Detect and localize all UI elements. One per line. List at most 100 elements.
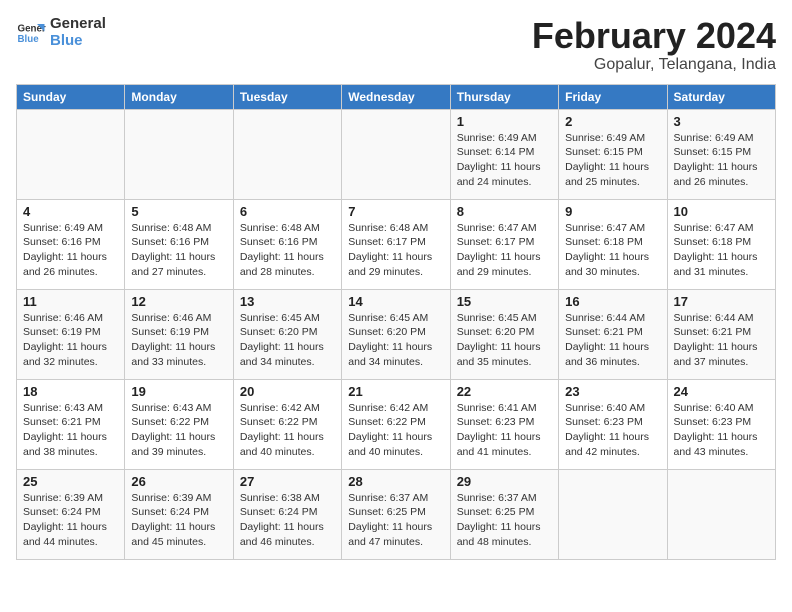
day-info: Sunrise: 6:45 AM Sunset: 6:20 PM Dayligh…	[457, 311, 552, 370]
day-number: 6	[240, 204, 335, 219]
logo-icon: General Blue	[16, 18, 46, 48]
day-number: 5	[131, 204, 226, 219]
day-number: 16	[565, 294, 660, 309]
day-info: Sunrise: 6:38 AM Sunset: 6:24 PM Dayligh…	[240, 491, 335, 550]
day-info: Sunrise: 6:48 AM Sunset: 6:16 PM Dayligh…	[131, 221, 226, 280]
calendar-cell: 11 Sunrise: 6:46 AM Sunset: 6:19 PM Dayli…	[17, 289, 125, 379]
calendar-cell: 12 Sunrise: 6:46 AM Sunset: 6:19 PM Dayli…	[125, 289, 233, 379]
day-number: 14	[348, 294, 443, 309]
day-number: 22	[457, 384, 552, 399]
day-info: Sunrise: 6:46 AM Sunset: 6:19 PM Dayligh…	[23, 311, 118, 370]
day-info: Sunrise: 6:47 AM Sunset: 6:18 PM Dayligh…	[565, 221, 660, 280]
calendar-cell	[667, 469, 775, 559]
calendar-week-1: 1Sunrise: 6:49 AM Sunset: 6:14 PM Daylig…	[17, 109, 776, 199]
day-info: Sunrise: 6:43 AM Sunset: 6:21 PM Dayligh…	[23, 401, 118, 460]
weekday-header-wednesday: Wednesday	[342, 84, 450, 109]
day-number: 7	[348, 204, 443, 219]
location: Gopalur, Telangana, India	[532, 56, 776, 74]
day-number: 26	[131, 474, 226, 489]
logo-line1: General	[50, 16, 106, 33]
calendar-cell: 16 Sunrise: 6:44 AM Sunset: 6:21 PM Dayli…	[559, 289, 667, 379]
day-number: 4	[23, 204, 118, 219]
day-number: 19	[131, 384, 226, 399]
day-info: Sunrise: 6:46 AM Sunset: 6:19 PM Dayligh…	[131, 311, 226, 370]
day-number: 3	[674, 114, 769, 129]
calendar-body: 1Sunrise: 6:49 AM Sunset: 6:14 PM Daylig…	[17, 109, 776, 559]
calendar-cell: 14 Sunrise: 6:45 AM Sunset: 6:20 PM Dayli…	[342, 289, 450, 379]
calendar-cell: 3 Sunrise: 6:49 AM Sunset: 6:15 PM Daylig…	[667, 109, 775, 199]
calendar-cell: 25Sunrise: 6:39 AM Sunset: 6:24 PM Dayli…	[17, 469, 125, 559]
day-number: 28	[348, 474, 443, 489]
day-number: 12	[131, 294, 226, 309]
calendar-cell: 4 Sunrise: 6:49 AM Sunset: 6:16 PM Daylig…	[17, 199, 125, 289]
calendar-cell: 1Sunrise: 6:49 AM Sunset: 6:14 PM Daylig…	[450, 109, 558, 199]
weekday-header-saturday: Saturday	[667, 84, 775, 109]
calendar-cell: 26 Sunrise: 6:39 AM Sunset: 6:24 PM Dayli…	[125, 469, 233, 559]
calendar-table: SundayMondayTuesdayWednesdayThursdayFrid…	[16, 84, 776, 560]
day-number: 18	[23, 384, 118, 399]
day-info: Sunrise: 6:45 AM Sunset: 6:20 PM Dayligh…	[240, 311, 335, 370]
day-info: Sunrise: 6:49 AM Sunset: 6:16 PM Dayligh…	[23, 221, 118, 280]
weekday-header-row: SundayMondayTuesdayWednesdayThursdayFrid…	[17, 84, 776, 109]
logo-line2: Blue	[50, 33, 106, 50]
calendar-week-2: 4 Sunrise: 6:49 AM Sunset: 6:16 PM Daylig…	[17, 199, 776, 289]
day-info: Sunrise: 6:49 AM Sunset: 6:15 PM Dayligh…	[674, 131, 769, 190]
weekday-header-friday: Friday	[559, 84, 667, 109]
day-info: Sunrise: 6:45 AM Sunset: 6:20 PM Dayligh…	[348, 311, 443, 370]
calendar-cell: 23 Sunrise: 6:40 AM Sunset: 6:23 PM Dayli…	[559, 379, 667, 469]
calendar-cell	[233, 109, 341, 199]
weekday-header-sunday: Sunday	[17, 84, 125, 109]
day-number: 20	[240, 384, 335, 399]
day-number: 11	[23, 294, 118, 309]
day-number: 29	[457, 474, 552, 489]
calendar-cell: 13 Sunrise: 6:45 AM Sunset: 6:20 PM Dayli…	[233, 289, 341, 379]
day-number: 10	[674, 204, 769, 219]
calendar-cell: 20 Sunrise: 6:42 AM Sunset: 6:22 PM Dayli…	[233, 379, 341, 469]
page-header: General Blue General Blue February 2024 …	[16, 16, 776, 74]
calendar-cell	[125, 109, 233, 199]
calendar-cell: 18 Sunrise: 6:43 AM Sunset: 6:21 PM Dayli…	[17, 379, 125, 469]
weekday-header-thursday: Thursday	[450, 84, 558, 109]
logo: General Blue General Blue	[16, 16, 106, 49]
calendar-week-5: 25Sunrise: 6:39 AM Sunset: 6:24 PM Dayli…	[17, 469, 776, 559]
day-number: 1	[457, 114, 552, 129]
calendar-cell: 21 Sunrise: 6:42 AM Sunset: 6:22 PM Dayli…	[342, 379, 450, 469]
day-number: 23	[565, 384, 660, 399]
day-number: 24	[674, 384, 769, 399]
calendar-cell: 22 Sunrise: 6:41 AM Sunset: 6:23 PM Dayli…	[450, 379, 558, 469]
calendar-cell: 28 Sunrise: 6:37 AM Sunset: 6:25 PM Dayli…	[342, 469, 450, 559]
day-info: Sunrise: 6:39 AM Sunset: 6:24 PM Dayligh…	[23, 491, 118, 550]
day-number: 8	[457, 204, 552, 219]
calendar-week-3: 11 Sunrise: 6:46 AM Sunset: 6:19 PM Dayli…	[17, 289, 776, 379]
calendar-cell: 15 Sunrise: 6:45 AM Sunset: 6:20 PM Dayli…	[450, 289, 558, 379]
day-number: 15	[457, 294, 552, 309]
day-info: Sunrise: 6:39 AM Sunset: 6:24 PM Dayligh…	[131, 491, 226, 550]
calendar-cell: 10Sunrise: 6:47 AM Sunset: 6:18 PM Dayli…	[667, 199, 775, 289]
svg-text:Blue: Blue	[18, 34, 40, 45]
calendar-cell: 29 Sunrise: 6:37 AM Sunset: 6:25 PM Dayli…	[450, 469, 558, 559]
day-number: 27	[240, 474, 335, 489]
day-number: 2	[565, 114, 660, 129]
day-info: Sunrise: 6:47 AM Sunset: 6:17 PM Dayligh…	[457, 221, 552, 280]
day-number: 17	[674, 294, 769, 309]
day-number: 9	[565, 204, 660, 219]
calendar-cell: 27 Sunrise: 6:38 AM Sunset: 6:24 PM Dayli…	[233, 469, 341, 559]
calendar-cell: 24 Sunrise: 6:40 AM Sunset: 6:23 PM Dayli…	[667, 379, 775, 469]
day-info: Sunrise: 6:48 AM Sunset: 6:17 PM Dayligh…	[348, 221, 443, 280]
day-info: Sunrise: 6:44 AM Sunset: 6:21 PM Dayligh…	[565, 311, 660, 370]
calendar-week-4: 18 Sunrise: 6:43 AM Sunset: 6:21 PM Dayli…	[17, 379, 776, 469]
day-number: 21	[348, 384, 443, 399]
day-info: Sunrise: 6:41 AM Sunset: 6:23 PM Dayligh…	[457, 401, 552, 460]
day-info: Sunrise: 6:37 AM Sunset: 6:25 PM Dayligh…	[457, 491, 552, 550]
day-info: Sunrise: 6:40 AM Sunset: 6:23 PM Dayligh…	[674, 401, 769, 460]
calendar-header: SundayMondayTuesdayWednesdayThursdayFrid…	[17, 84, 776, 109]
day-info: Sunrise: 6:40 AM Sunset: 6:23 PM Dayligh…	[565, 401, 660, 460]
day-info: Sunrise: 6:42 AM Sunset: 6:22 PM Dayligh…	[240, 401, 335, 460]
day-info: Sunrise: 6:44 AM Sunset: 6:21 PM Dayligh…	[674, 311, 769, 370]
calendar-cell	[342, 109, 450, 199]
day-number: 13	[240, 294, 335, 309]
calendar-cell: 17 Sunrise: 6:44 AM Sunset: 6:21 PM Dayli…	[667, 289, 775, 379]
day-info: Sunrise: 6:37 AM Sunset: 6:25 PM Dayligh…	[348, 491, 443, 550]
calendar-cell: 5 Sunrise: 6:48 AM Sunset: 6:16 PM Daylig…	[125, 199, 233, 289]
day-info: Sunrise: 6:42 AM Sunset: 6:22 PM Dayligh…	[348, 401, 443, 460]
